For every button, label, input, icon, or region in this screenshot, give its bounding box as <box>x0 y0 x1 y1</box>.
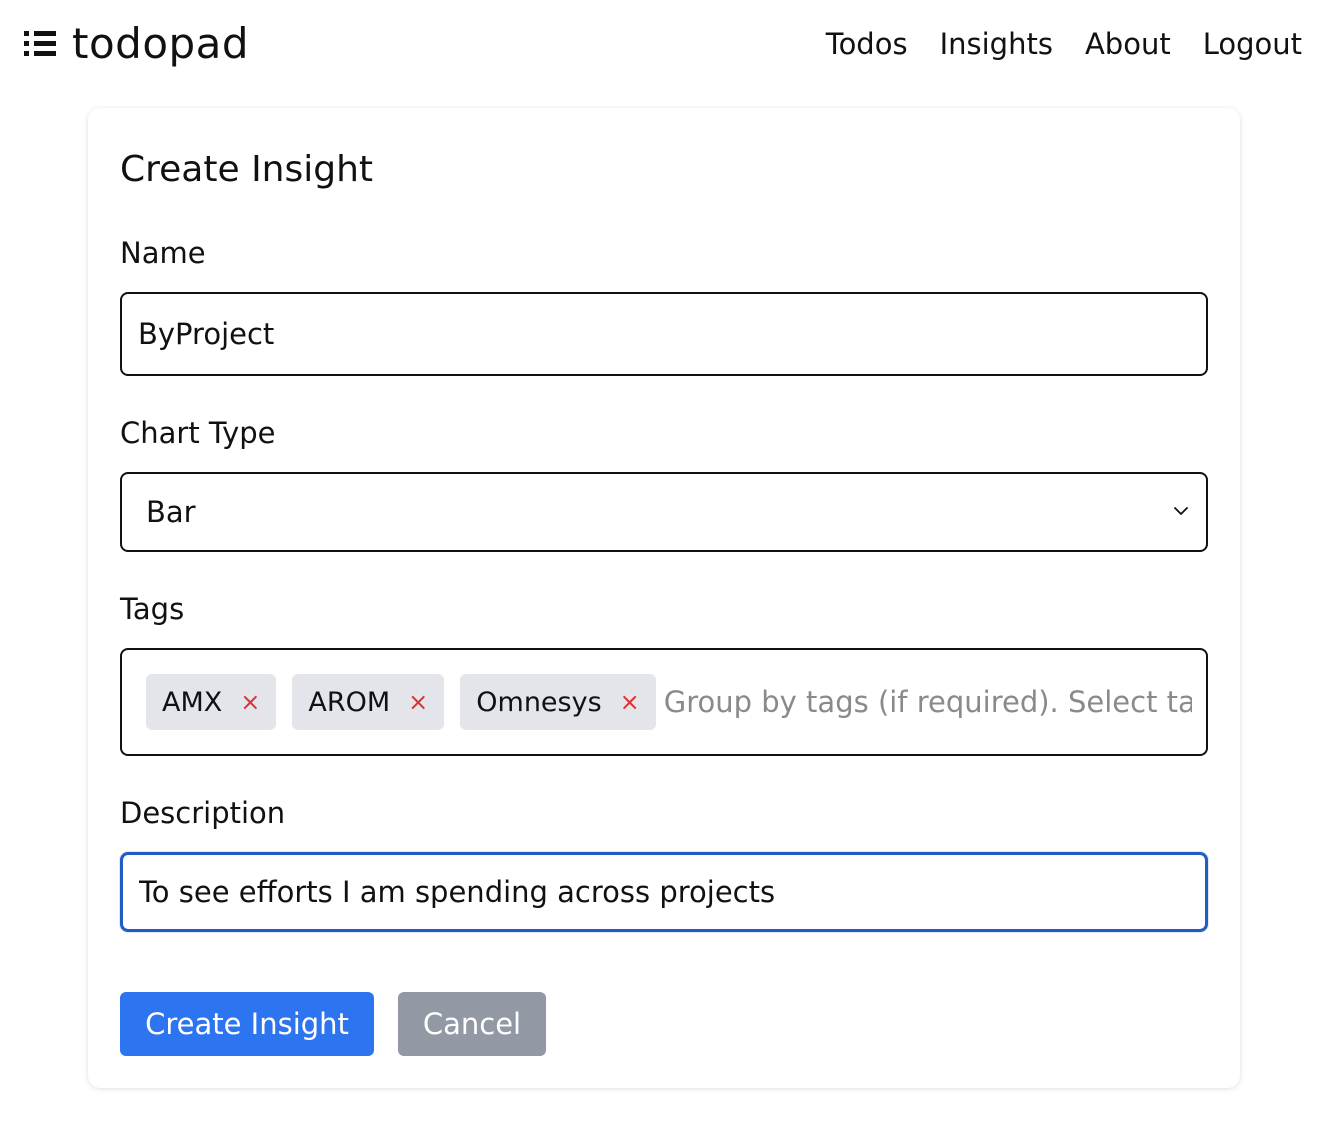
description-input[interactable] <box>120 852 1208 932</box>
nav-link-logout[interactable]: Logout <box>1203 24 1302 64</box>
create-insight-button[interactable]: Create Insight <box>120 992 374 1056</box>
tag-label: Omnesys <box>476 686 602 718</box>
name-label: Name <box>120 236 206 270</box>
cancel-button[interactable]: Cancel <box>398 992 546 1056</box>
description-label: Description <box>120 796 286 830</box>
tag-remove-icon[interactable]: × <box>408 690 428 714</box>
tag-label: AROM <box>308 686 391 718</box>
chevron-down-icon <box>1174 507 1188 515</box>
tag-remove-icon[interactable]: × <box>620 690 640 714</box>
tags-multiselect[interactable]: AMX × AROM × Omnesys × Group by tags (if… <box>120 648 1208 756</box>
nav-link-insights[interactable]: Insights <box>940 24 1053 64</box>
nav-links: Todos Insights About Logout <box>826 24 1302 64</box>
chart-type-select[interactable]: Bar <box>120 472 1208 552</box>
page-title: Create Insight <box>120 149 374 190</box>
tags-search-placeholder[interactable]: Group by tags (if required). Select tag … <box>664 685 1192 719</box>
tag-remove-icon[interactable]: × <box>240 690 260 714</box>
create-insight-card: Create Insight Name Chart Type Bar Tags … <box>88 108 1240 1088</box>
nav-link-todos[interactable]: Todos <box>826 24 908 64</box>
brand-name[interactable]: todopad <box>72 18 249 70</box>
tags-label: Tags <box>120 592 185 626</box>
tag-chip-omnesys: Omnesys × <box>460 674 656 730</box>
chart-type-label: Chart Type <box>120 416 276 450</box>
nav-link-about[interactable]: About <box>1085 24 1171 64</box>
tag-chip-amx: AMX × <box>146 674 277 730</box>
list-icon <box>24 31 58 57</box>
brand[interactable]: todopad <box>24 18 249 70</box>
chart-type-value: Bar <box>146 495 196 529</box>
tag-chip-arom: AROM × <box>292 674 445 730</box>
name-input[interactable] <box>120 292 1208 376</box>
tag-label: AMX <box>162 686 223 718</box>
top-navbar: todopad Todos Insights About Logout <box>0 0 1342 92</box>
tags-container: AMX × AROM × Omnesys × Group by tags (if… <box>146 674 1192 730</box>
